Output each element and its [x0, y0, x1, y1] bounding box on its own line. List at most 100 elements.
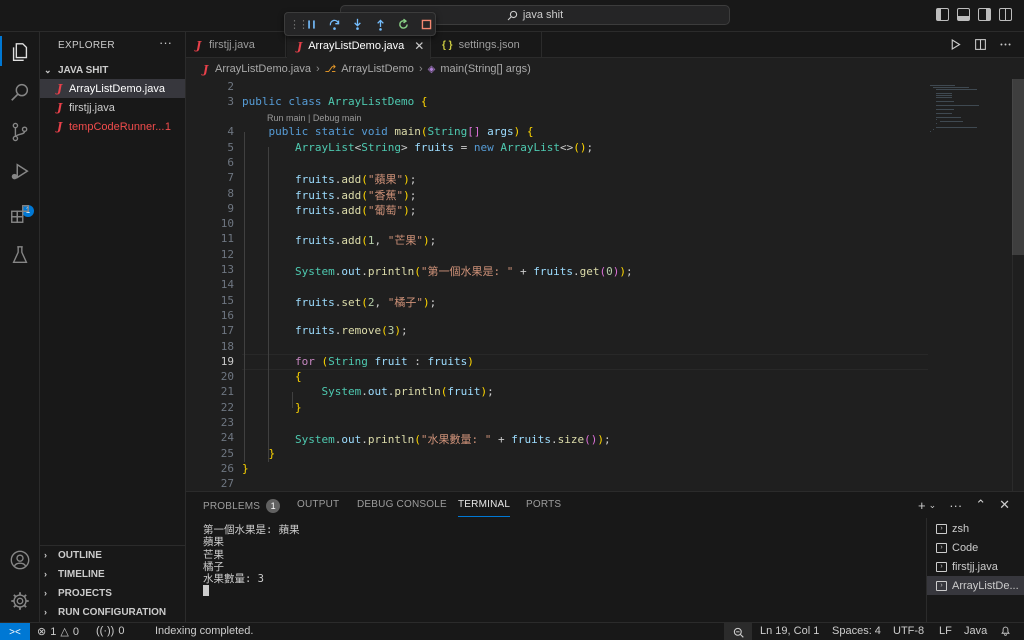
- method-icon: ◈: [427, 63, 436, 75]
- settings-gear-icon[interactable]: [8, 589, 32, 613]
- line-number: 23: [220, 416, 234, 429]
- chevron-right-icon: ›: [44, 607, 47, 617]
- ports-status[interactable]: ((·)) 0: [96, 625, 124, 637]
- minimap-line: [933, 87, 970, 88]
- testing-flask-icon[interactable]: [8, 243, 32, 267]
- line-number: 21: [220, 385, 234, 399]
- drag-handle-icon[interactable]: ⋮⋮: [289, 18, 309, 31]
- title-bar: ‹ › java shit: [0, 0, 1024, 32]
- line-ending[interactable]: LF: [939, 625, 952, 637]
- json-file-icon: { }: [442, 39, 453, 51]
- terminal-output[interactable]: 第一個水果是: 蘋果 蘋果 芒果 橘子 水果數量: 3: [203, 524, 300, 598]
- broadcast-icon: ((·)): [96, 625, 115, 637]
- line-number: 8: [227, 186, 234, 200]
- toggle-panel-icon[interactable]: [957, 8, 970, 21]
- more-actions-icon[interactable]: ···: [949, 498, 962, 513]
- extensions-icon[interactable]: [8, 202, 32, 226]
- breadcrumb-class[interactable]: ArrayListDemo: [341, 63, 414, 75]
- problems-status[interactable]: ⊗ 1 △ 0: [37, 625, 79, 639]
- line-number: 17: [220, 324, 234, 338]
- tab-terminal[interactable]: TERMINAL: [458, 499, 511, 517]
- code-editor[interactable]: 2 3 4 5 6 7 8 9 10 11 12 13 14 15 16 17 18 19 20 21 22 23 24 25…: [186, 79, 1024, 491]
- chevron-down-icon: ⌄: [44, 64, 52, 75]
- split-editor-icon[interactable]: [974, 38, 987, 51]
- maximize-panel-icon[interactable]: ⌃: [975, 497, 986, 513]
- scrollbar-thumb[interactable]: [1012, 79, 1024, 255]
- java-file-icon: J: [57, 101, 63, 114]
- section-timeline[interactable]: › TIMELINE: [44, 565, 186, 583]
- toggle-primary-sidebar-icon[interactable]: [936, 8, 949, 21]
- tab-ports[interactable]: PORTS: [526, 499, 561, 510]
- tab-firstjj[interactable]: J firstjj.java: [186, 32, 286, 58]
- code-line: System.out.println("第一個水果是: " + fruits.g…: [294, 265, 633, 278]
- chevron-right-icon: ›: [44, 569, 47, 579]
- step-into-icon[interactable]: [349, 16, 366, 33]
- tab-label: firstjj.java: [209, 39, 255, 51]
- minimap-line: [936, 89, 977, 90]
- stop-icon[interactable]: [418, 16, 435, 33]
- language-mode[interactable]: Java: [964, 625, 987, 637]
- code-line: fruits.remove(3);: [294, 324, 408, 338]
- more-actions-icon[interactable]: [999, 38, 1012, 51]
- tab-label: TERMINAL: [458, 499, 511, 510]
- code-line: System.out.println(fruit);: [321, 385, 494, 399]
- line-number: 26: [220, 461, 234, 475]
- section-projects[interactable]: › PROJECTS: [44, 584, 186, 602]
- tab-label: PORTS: [526, 499, 562, 510]
- terminal-item-code[interactable]: › Code: [927, 538, 1024, 557]
- code-line: ArrayList<String> fruits = new ArrayList…: [294, 140, 594, 154]
- close-icon[interactable]: ✕: [414, 39, 424, 53]
- notifications-bell-icon[interactable]: [1000, 625, 1011, 636]
- code-line: public static void main(String[] args) {: [268, 125, 534, 139]
- terminal-dropdown-icon[interactable]: ⌄: [929, 500, 937, 511]
- terminal-item-arraylistdemo[interactable]: › ArrayListDe...: [927, 576, 1024, 595]
- terminal-item-firstjj[interactable]: › firstjj.java: [927, 557, 1024, 576]
- indentation[interactable]: Spaces: 4: [832, 625, 881, 637]
- file-firstjj[interactable]: J firstjj.java: [40, 98, 185, 117]
- section-outline[interactable]: › OUTLINE: [44, 546, 186, 564]
- codelens-run-debug[interactable]: Run main | Debug main: [267, 113, 361, 123]
- breadcrumb-method[interactable]: main(String[] args): [440, 63, 530, 75]
- more-actions-icon[interactable]: ···: [159, 35, 172, 50]
- account-icon[interactable]: [8, 548, 32, 572]
- explorer-icon[interactable]: [8, 40, 32, 64]
- ports-count: 0: [118, 625, 125, 637]
- run-and-debug-icon[interactable]: [8, 160, 32, 184]
- search-text: java shit: [522, 9, 564, 21]
- customize-layout-icon[interactable]: [999, 8, 1012, 21]
- pause-icon[interactable]: [303, 16, 320, 33]
- terminal-item-zsh[interactable]: › zsh: [927, 519, 1024, 538]
- section-run-configuration[interactable]: › RUN CONFIGURATION: [44, 603, 186, 621]
- tab-arraylistdemo[interactable]: J ArrayListDemo.java ✕: [287, 32, 431, 59]
- toggle-secondary-sidebar-icon[interactable]: [978, 8, 991, 21]
- section-label: PROJECTS: [58, 587, 112, 599]
- tab-label: OUTPUT: [297, 499, 340, 510]
- step-out-icon[interactable]: [372, 16, 389, 33]
- vertical-scrollbar[interactable]: [1012, 79, 1024, 491]
- line-number: 7: [227, 171, 234, 185]
- cursor-position[interactable]: Ln 19, Col 1: [760, 625, 819, 637]
- tab-problems[interactable]: PROBLEMS 1: [203, 499, 281, 513]
- run-icon[interactable]: [949, 38, 962, 51]
- source-control-icon[interactable]: [8, 120, 32, 144]
- close-panel-icon[interactable]: ✕: [999, 497, 1010, 513]
- tab-debug-console[interactable]: DEBUG CONSOLE: [357, 499, 447, 510]
- line-number: 13: [220, 263, 234, 276]
- restart-icon[interactable]: [395, 16, 412, 33]
- tab-settings-json[interactable]: { } settings.json: [432, 32, 542, 58]
- folder-header[interactable]: ⌄ JAVA SHIT: [44, 61, 186, 79]
- chevron-right-icon: ›: [315, 63, 320, 75]
- minimap[interactable]: [928, 79, 1012, 491]
- line-number: 12: [220, 247, 234, 261]
- new-terminal-icon[interactable]: +: [918, 498, 926, 513]
- step-over-icon[interactable]: [326, 16, 343, 33]
- file-arraylistdemo[interactable]: J ArrayListDemo.java: [40, 79, 185, 98]
- code-line: fruits.add("香蕉");: [294, 188, 417, 202]
- remote-indicator-icon[interactable]: ><: [0, 623, 30, 640]
- tab-output[interactable]: OUTPUT: [297, 499, 339, 510]
- breadcrumb-file[interactable]: ArrayListDemo.java: [215, 63, 311, 75]
- search-activity-icon[interactable]: [8, 80, 32, 104]
- encoding[interactable]: UTF-8: [893, 625, 924, 637]
- file-tempcoderunner[interactable]: J tempCodeRunner... 1: [40, 117, 185, 136]
- zoom-icon[interactable]: [724, 623, 752, 640]
